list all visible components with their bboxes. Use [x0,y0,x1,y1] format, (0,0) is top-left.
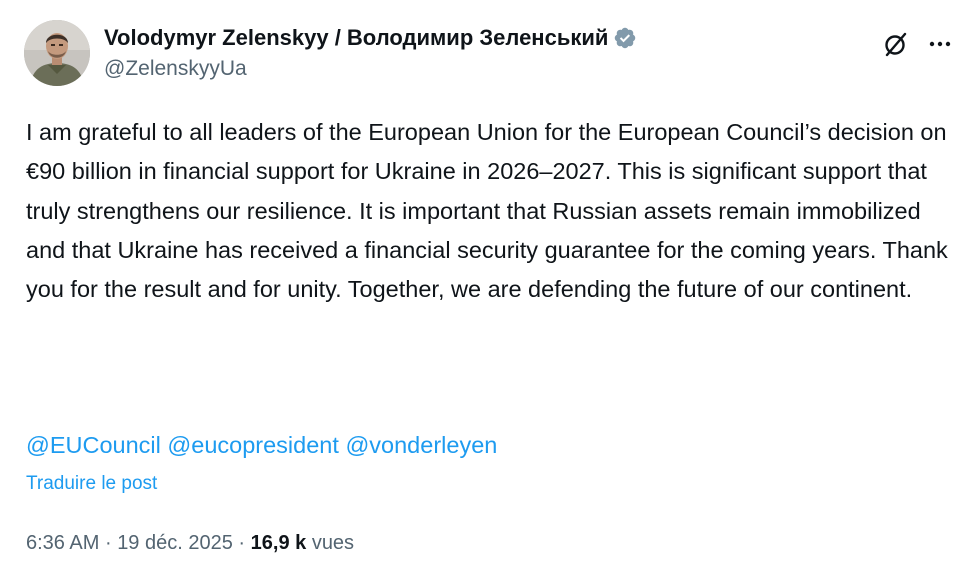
tweet: Volodymyr Zelenskyy / Володимир Зеленськ… [0,0,980,580]
tweet-date[interactable]: 19 déc. 2025 [117,532,233,554]
views-label: vues [311,532,355,554]
tweet-header: Volodymyr Zelenskyy / Володимир Зеленськ… [24,20,956,90]
tweet-time[interactable]: 6:36 AM [26,532,99,554]
tweet-text: I am grateful to all leaders of the Euro… [26,119,948,303]
grok-icon [885,32,907,57]
author-display-name[interactable]: Volodymyr Zelenskyy / Володимир Зеленськ… [104,24,608,52]
mention-vonderleyen[interactable]: @vonderleyen [345,432,497,458]
grok-button[interactable] [880,28,912,60]
meta-separator: · [104,532,112,554]
mention-euco[interactable]: @EUCouncil [26,432,161,458]
views-count[interactable]: 16,9 k [251,532,307,554]
author-handle[interactable]: @ZelenskyyUa [104,54,856,84]
verified-badge-icon[interactable] [613,26,637,50]
tweet-meta: 6:36 AM · 19 déc. 2025 · 16,9 k vues [26,528,354,558]
avatar[interactable] [24,20,90,86]
more-options-button[interactable] [924,28,956,60]
header-actions [880,28,956,60]
author-info: Volodymyr Zelenskyy / Володимир Зеленськ… [104,24,856,84]
author-name-line: Volodymyr Zelenskyy / Володимир Зеленськ… [104,24,856,52]
meta-separator: · [238,532,246,554]
mentions: @EUCouncil @eucopresident @vonderleyen [26,427,497,463]
avatar-image [24,20,90,86]
mention-eucopresident[interactable]: @eucopresident [167,432,339,458]
translate-post-link[interactable]: Traduire le post [26,470,157,498]
more-options-icon [929,41,951,47]
